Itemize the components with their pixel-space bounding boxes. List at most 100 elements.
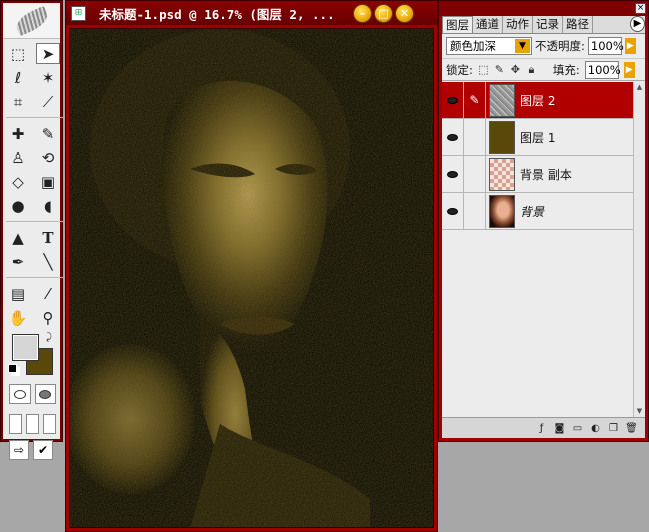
document-icon: ⊞ — [71, 5, 86, 21]
new-group-icon[interactable]: ▭ — [571, 422, 584, 435]
history-brush-icon[interactable]: ⟲ — [36, 147, 60, 168]
color-swatches: ⤸ — [8, 332, 60, 376]
lock-position-icon[interactable]: ✥ — [510, 63, 521, 76]
link-slot[interactable] — [464, 193, 486, 229]
layers-palette: × 图层 通道 动作 记录 路径 ▶ 颜色加深 ▼ 不透明度: 100% ▶ 锁定… — [438, 0, 649, 442]
move-icon[interactable]: ➤ — [36, 43, 60, 64]
screen-mode-full-button[interactable] — [43, 414, 56, 434]
layer-row[interactable]: 背景 🔒︎ — [442, 193, 645, 230]
minimize-button[interactable]: – — [353, 3, 372, 23]
feather-icon — [12, 5, 51, 36]
layer-row[interactable]: 图层 1 — [442, 119, 645, 156]
tab-actions[interactable]: 动作 — [503, 16, 533, 33]
zoom-icon[interactable]: ⚲ — [36, 307, 60, 328]
link-slot[interactable] — [464, 156, 486, 192]
visibility-eye-icon[interactable] — [442, 82, 464, 118]
opacity-label: 不透明度: — [535, 39, 585, 53]
standard-mode-button[interactable] — [9, 384, 31, 404]
layer-list-scrollbar[interactable]: ▲ ▼ — [633, 82, 645, 417]
brush-link-icon[interactable]: ✎ — [464, 82, 486, 118]
toolbox: ⬚ ➤ ℓ ✶ ⌗ ⟋ ✚ ✎ ♙ ⟲ ◇ ▣ ● ◖ ▲ T ✒ ╲ ▤ ⁄ … — [0, 0, 63, 460]
document-titlebar[interactable]: ⊞ 未标题-1.psd @ 16.7% (图层 2, ... – □ ✕ — [66, 1, 437, 25]
new-layer-icon[interactable]: ❐ — [607, 422, 620, 435]
tool-grid: ⬚ ➤ ℓ ✶ ⌗ ⟋ ✚ ✎ ♙ ⟲ ◇ ▣ ● ◖ ▲ T ✒ ╲ ▤ ⁄ … — [3, 39, 63, 328]
fill-field[interactable]: 100% — [584, 60, 621, 79]
jump-to-imageready-icon[interactable]: ⇨ — [9, 440, 29, 460]
add-mask-icon[interactable]: ◙ — [553, 422, 566, 435]
delete-layer-icon[interactable]: 🗑︎ — [625, 422, 638, 435]
opacity-field[interactable]: 100% — [587, 37, 624, 55]
scroll-up-icon[interactable]: ▲ — [634, 82, 645, 93]
layer-name: 背景 — [520, 204, 545, 219]
tab-paths[interactable]: 路径 — [563, 16, 593, 33]
quick-mask-button[interactable] — [34, 384, 56, 404]
hand-icon[interactable]: ✋ — [6, 307, 30, 328]
scroll-down-icon[interactable]: ▼ — [634, 406, 645, 417]
magic-wand-icon[interactable]: ✶ — [36, 67, 60, 88]
blend-mode-value: 颜色加深 — [450, 39, 496, 53]
eraser-icon[interactable]: ◇ — [6, 171, 30, 192]
fill-slider-arrow[interactable]: ▶ — [623, 61, 635, 78]
healing-brush-icon[interactable]: ✚ — [6, 123, 30, 144]
opacity-slider-arrow[interactable]: ▶ — [624, 38, 636, 54]
layer-list: ✎ 图层 2 图层 1 背景 副本 背景 🔒︎ — [442, 82, 645, 417]
foreground-color-swatch[interactable] — [12, 334, 39, 361]
layer-row[interactable]: ✎ 图层 2 — [442, 82, 645, 119]
line-icon[interactable]: ╲ — [36, 251, 60, 272]
pen-icon[interactable]: ✒ — [6, 251, 30, 272]
adjustment-layer-icon[interactable]: ◐ — [589, 422, 602, 435]
add-style-icon[interactable]: ƒ — [535, 422, 548, 435]
document-window: ⊞ 未标题-1.psd @ 16.7% (图层 2, ... – □ ✕ — [65, 0, 438, 532]
brand-logo[interactable] — [3, 3, 60, 39]
path-select-icon[interactable]: ▲ — [6, 227, 30, 248]
screen-mode-standard-button[interactable] — [9, 414, 22, 434]
lock-transparency-icon[interactable]: ⬚ — [478, 63, 489, 76]
notes-icon[interactable]: ▤ — [6, 283, 30, 304]
image-canvas[interactable] — [69, 28, 434, 528]
screen-mode-full-menu-button[interactable] — [26, 414, 39, 434]
clone-stamp-icon[interactable]: ♙ — [6, 147, 30, 168]
blur-icon[interactable]: ● — [6, 195, 30, 216]
palette-tabs: 图层 通道 动作 记录 路径 ▶ — [442, 16, 645, 34]
layer-thumbnail — [489, 157, 515, 191]
close-button[interactable]: ✕ — [395, 3, 414, 23]
layer-name: 背景 副本 — [520, 167, 572, 182]
dodge-icon[interactable]: ◖ — [36, 195, 60, 216]
layer-thumbnail — [489, 194, 515, 228]
eyedropper-icon[interactable]: ⁄ — [36, 283, 60, 304]
edit-icon[interactable]: ✔ — [33, 440, 53, 460]
chevron-down-icon: ▼ — [515, 39, 530, 53]
lock-pixels-icon[interactable]: ✎ — [494, 63, 505, 76]
palette-footer: ƒ ◙ ▭ ◐ ❐ 🗑︎ — [442, 417, 645, 438]
tab-history[interactable]: 记录 — [533, 16, 563, 33]
visibility-eye-icon[interactable] — [442, 156, 464, 192]
layer-thumbnail — [489, 120, 515, 154]
swap-colors-icon[interactable]: ⤸ — [46, 332, 52, 343]
marquee-icon[interactable]: ⬚ — [6, 43, 30, 64]
layer-name: 图层 1 — [520, 130, 556, 145]
lock-all-icon[interactable]: 🔒︎ — [526, 63, 537, 77]
visibility-eye-icon[interactable] — [442, 119, 464, 155]
layer-thumbnail — [489, 83, 515, 117]
maximize-button[interactable]: □ — [374, 3, 393, 23]
slice-icon[interactable]: ⟋ — [36, 91, 60, 112]
link-slot[interactable] — [464, 119, 486, 155]
type-icon[interactable]: T — [36, 227, 60, 248]
palette-close-button[interactable]: × — [635, 3, 646, 14]
crop-icon[interactable]: ⌗ — [6, 91, 30, 112]
document-title: 未标题-1.psd @ 16.7% (图层 2, ... — [99, 6, 335, 22]
layer-row[interactable]: 背景 副本 — [442, 156, 645, 193]
default-colors-icon[interactable] — [8, 364, 17, 373]
tab-layers[interactable]: 图层 — [442, 16, 473, 33]
tab-channels[interactable]: 通道 — [473, 16, 503, 33]
palette-menu-button[interactable]: ▶ — [630, 16, 645, 32]
gradient-icon[interactable]: ▣ — [36, 171, 60, 192]
fill-label: 填充: — [552, 62, 580, 77]
lasso-icon[interactable]: ℓ — [6, 67, 30, 88]
blend-mode-select[interactable]: 颜色加深 ▼ — [446, 37, 532, 55]
lock-label: 锁定: — [446, 62, 473, 77]
visibility-eye-icon[interactable] — [442, 193, 464, 229]
layer-name: 图层 2 — [520, 93, 556, 108]
portrait-image — [70, 29, 433, 527]
brush-icon[interactable]: ✎ — [36, 123, 60, 144]
